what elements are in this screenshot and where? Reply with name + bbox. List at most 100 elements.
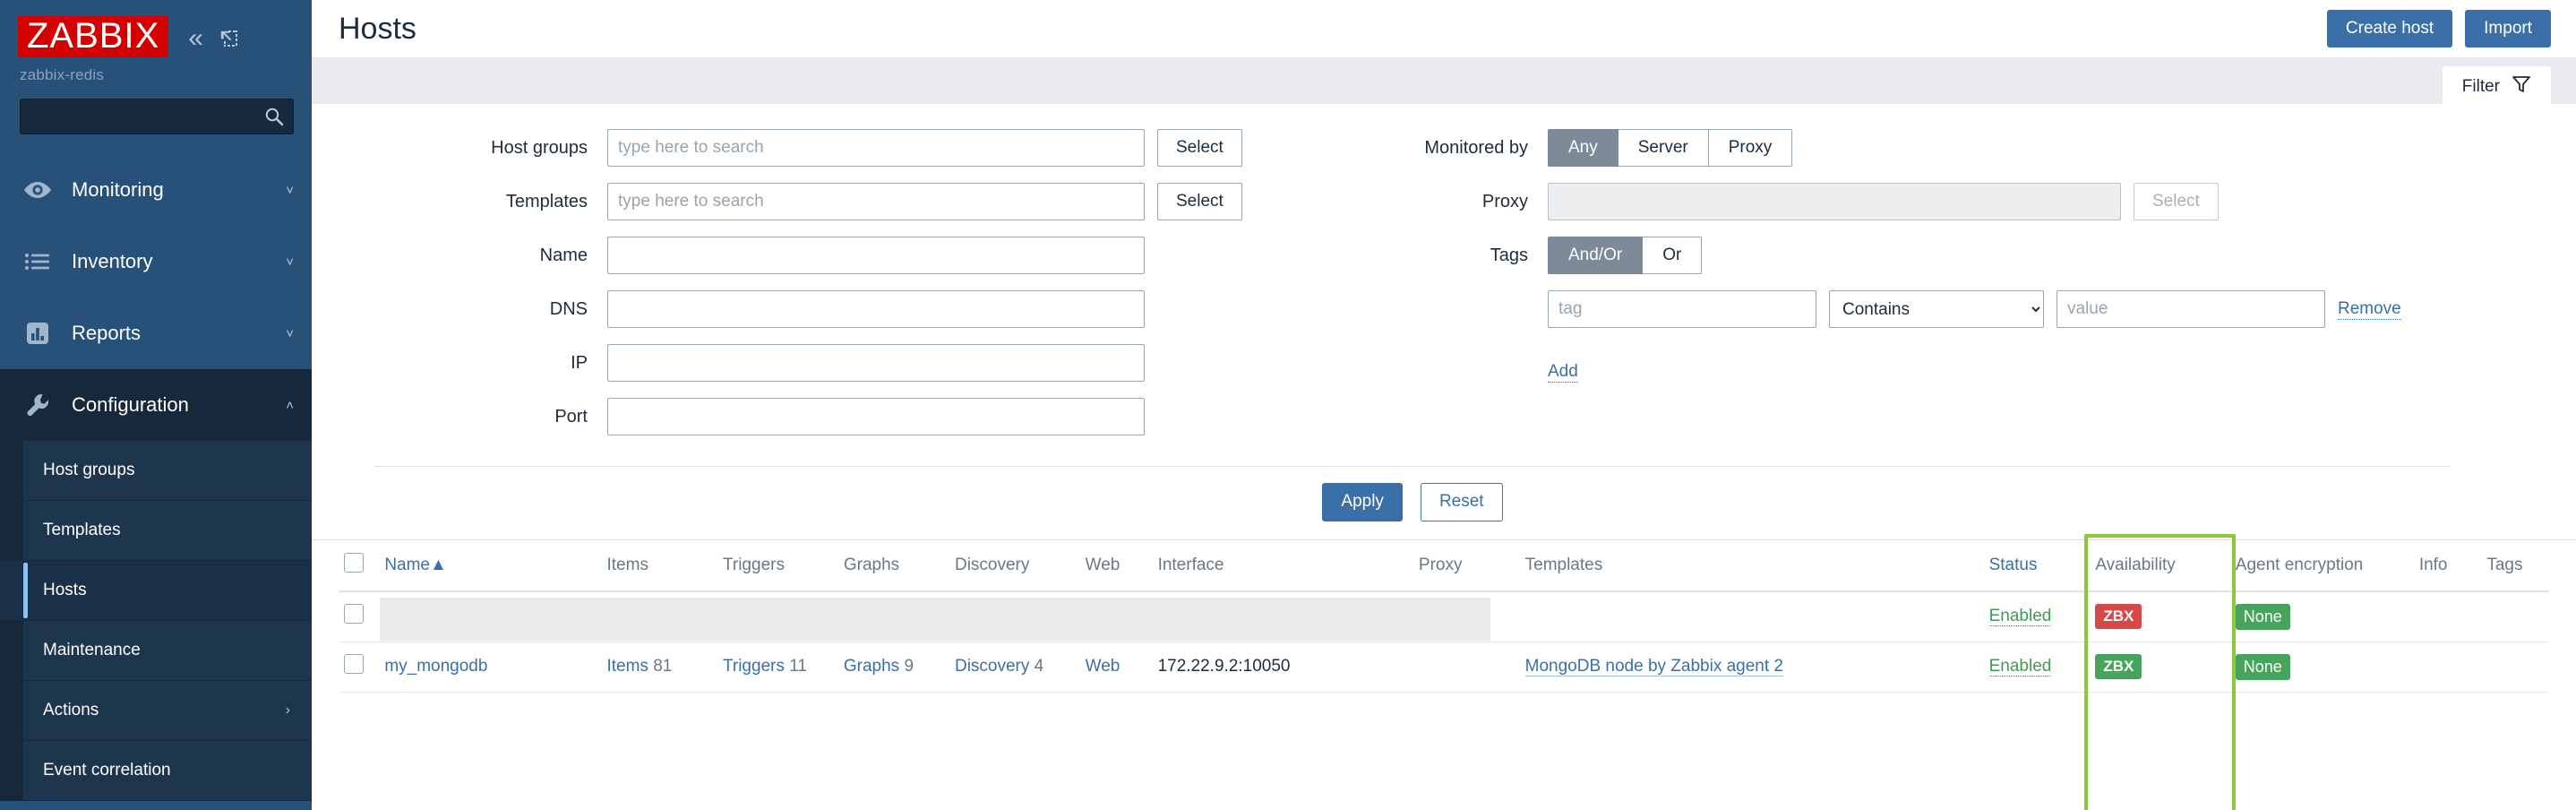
chevron-up-icon: ˄ [286,397,294,413]
filter-right-column: Monitored by Any Server Proxy Proxy Sele… [1333,127,2540,450]
tag-value-input[interactable] [2057,290,2325,328]
row-items-cell: Items [601,590,717,642]
sidebar-item-reports[interactable]: Reports ˅ [0,297,312,369]
tag-name-input[interactable] [1548,290,1816,328]
template-link[interactable]: MongoDB node by Zabbix agent 2 [1524,657,1783,677]
column-header-proxy: Proxy [1413,539,1520,592]
sidebar-item-maintenance[interactable]: Maintenance [0,621,312,681]
hosts-table-body: Items Triggers Graphs Discovery Web Enab… [339,590,2549,693]
row-checkbox[interactable] [344,604,364,625]
filter-row-monitored-by: Monitored by Any Server Proxy [1395,127,2540,168]
filter-row-name: Name [348,235,1333,276]
sort-ascending-icon: ▲ [430,555,447,574]
tags-option-andor[interactable]: And/Or [1548,237,1644,274]
sidebar-search [0,84,312,134]
filter-row-port: Port [348,396,1333,437]
column-header-status[interactable]: Status [1983,539,2091,592]
templates-label: Templates [505,191,588,211]
web-link[interactable]: Web [1086,607,1121,625]
reset-button[interactable]: Reset [1420,483,1503,521]
row-select-cell [339,590,380,642]
graphs-link[interactable]: Graphs [844,607,899,625]
discovery-link[interactable]: Discovery [955,607,1029,625]
select-all-checkbox[interactable] [344,552,364,573]
tag-remove-link[interactable]: Remove [2338,299,2401,320]
sidebar-item-event-correlation[interactable]: Event correlation [0,741,312,801]
templates-select-button[interactable]: Select [1157,183,1242,220]
triggers-link[interactable]: Triggers [723,607,785,625]
filter-actions: Apply Reset [374,466,2451,539]
column-header-web: Web [1079,539,1153,592]
proxy-select-button[interactable]: Select [2134,183,2219,220]
column-header-name[interactable]: Name▲ [379,539,602,592]
main-content: Hosts Create host Import Filter Host gro… [312,0,2576,810]
row-discovery-cell: Discovery [949,590,1080,642]
triggers-link[interactable]: Triggers [723,657,785,676]
status-badge[interactable]: Enabled [1988,657,2052,677]
sidebar-item-host-groups[interactable]: Host groups [0,441,312,501]
tag-operator-select[interactable]: Contains [1829,290,2044,328]
row-templates-cell [1519,590,1984,642]
sidebar-item-inventory[interactable]: Inventory ˅ [0,226,312,297]
create-host-button[interactable]: Create host [2326,9,2453,48]
sidebar-item-templates[interactable]: Templates [0,501,312,561]
filter-tab[interactable]: Filter [2442,66,2551,109]
hosts-table-wrapper: Name▲ Items Triggers Graphs Discovery We… [312,533,2576,810]
host-groups-input[interactable] [607,129,1145,167]
sidebar-submenu-configuration: Host groups Templates Hosts Maintenance … [0,441,312,801]
dns-label: DNS [549,298,588,319]
submenu-item-label: Maintenance [43,641,141,659]
host-name-link[interactable]: my_mongodb [384,657,487,676]
apply-button[interactable]: Apply [1322,483,1403,521]
web-link[interactable]: Web [1086,657,1121,676]
proxy-input[interactable] [1548,183,2121,220]
row-web-cell: Web [1079,642,1153,693]
agent-encryption-badge: None [2235,653,2290,680]
availability-badge[interactable]: ZBX [2095,604,2142,630]
dns-input[interactable] [607,290,1145,328]
filter-tab-label: Filter [2461,77,2500,96]
items-link[interactable]: Items [607,607,648,625]
row-templates-cell: MongoDB node by Zabbix agent 2 [1519,642,1984,693]
kiosk-mode-icon[interactable] [218,28,239,49]
row-graphs-cell: Graphs 9 [837,642,949,693]
monitored-by-option-proxy[interactable]: Proxy [1708,129,1793,167]
chevron-double-left-icon[interactable]: « [188,25,203,52]
templates-input[interactable] [607,183,1145,220]
row-checkbox[interactable] [344,654,364,675]
search-input[interactable] [21,99,293,134]
row-name-cell: my_mongodb [379,642,602,693]
status-badge[interactable]: Enabled [1988,607,2052,627]
zabbix-logo[interactable]: ZABBIX [18,16,169,57]
sidebar-item-configuration[interactable]: Configuration ˄ [0,369,312,441]
funnel-icon [2512,74,2531,99]
tags-option-or[interactable]: Or [1643,237,1703,274]
search-icon[interactable] [264,107,284,126]
row-triggers-cell: Triggers [717,590,838,642]
sidebar-item-hosts[interactable]: Hosts [0,561,312,621]
tag-add-link[interactable]: Add [1548,362,1578,383]
ip-input[interactable] [607,344,1145,382]
graphs-link[interactable]: Graphs [844,657,899,676]
bar-chart-icon [20,321,56,346]
sidebar-item-actions[interactable]: Actions › [0,681,312,741]
table-header-row: Name▲ Items Triggers Graphs Discovery We… [339,539,2549,592]
table-row[interactable]: my_mongodb Items 81 Triggers 11 Graphs 9… [339,642,2549,693]
page-header-actions: Create host Import [2326,9,2551,48]
availability-badge[interactable]: ZBX [2095,654,2142,680]
column-header-name-label: Name [384,555,430,574]
monitored-by-option-server[interactable]: Server [1618,129,1709,167]
host-groups-select-button[interactable]: Select [1157,129,1242,167]
monitored-by-option-any[interactable]: Any [1548,129,1619,167]
sidebar-item-monitoring[interactable]: Monitoring ˅ [0,154,312,226]
column-header-agent-encryption: Agent encryption [2229,539,2414,592]
discovery-link[interactable]: Discovery [955,657,1029,676]
name-input[interactable] [607,237,1145,274]
port-input[interactable] [607,398,1145,435]
items-link[interactable]: Items [607,657,648,676]
row-status-cell: Enabled [1983,590,2091,642]
search-box[interactable] [20,99,294,134]
server-name: zabbix-redis [20,66,105,83]
import-button[interactable]: Import [2465,9,2551,48]
table-row[interactable]: Items Triggers Graphs Discovery Web Enab… [339,590,2549,642]
